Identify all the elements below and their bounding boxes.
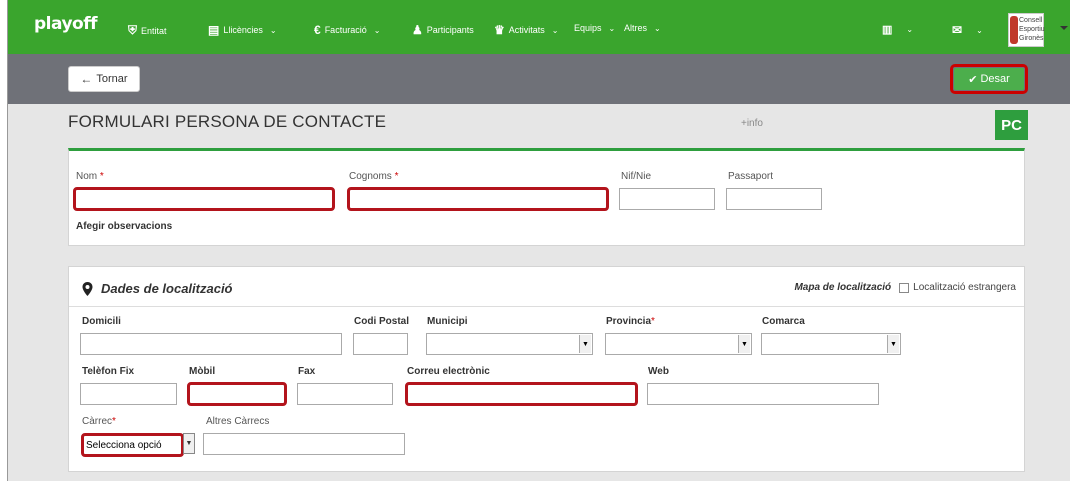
mobil-input[interactable] xyxy=(187,382,287,406)
passaport-input[interactable] xyxy=(726,188,822,210)
brand-logo[interactable]: playoff xyxy=(34,14,98,34)
profile-caret-icon[interactable] xyxy=(1060,26,1068,30)
mobil-label: Mòbil xyxy=(189,366,216,377)
fax-label: Fax xyxy=(298,366,316,377)
nom-label: Nom * xyxy=(76,171,104,182)
chevron-down-icon: ⌄ xyxy=(976,25,983,35)
back-button[interactable]: ← Tornar xyxy=(68,66,140,92)
map-options: Mapa de localització Localització estran… xyxy=(794,282,1016,293)
nav-item-activitats[interactable]: ♛ Activitats ⌄ xyxy=(494,23,558,37)
envelope-icon: ✉ xyxy=(952,23,963,37)
trophy-icon: ♛ xyxy=(494,23,505,37)
bar-chart-icon: ▥ xyxy=(882,24,893,36)
nav-item-altres[interactable]: Altres ⌄ xyxy=(624,23,661,33)
domicili-label: Domicili xyxy=(82,316,121,327)
foreign-location-label: Localització estrangera xyxy=(913,282,1016,293)
nif-input[interactable] xyxy=(619,188,715,210)
add-observations-link[interactable]: Afegir observacions xyxy=(76,221,172,232)
web-label: Web xyxy=(648,366,669,377)
chevron-down-icon: ⌄ xyxy=(551,25,559,35)
organization-logo[interactable]: Consell Esportiu Gironès xyxy=(1008,13,1045,47)
chevron-down-icon: ⌄ xyxy=(373,25,381,35)
altres-carrecs-label: Altres Càrrecs xyxy=(206,416,270,427)
dropdown-arrow-icon: ▼ xyxy=(738,335,750,353)
messages-menu[interactable]: ✉ ⌄ xyxy=(952,23,983,37)
nav-item-entitat[interactable]: ⛨ Entitat xyxy=(128,23,167,38)
user-icon: ♟ xyxy=(412,23,423,37)
codi-postal-label: Codi Postal xyxy=(354,316,410,327)
comarca-label: Comarca xyxy=(762,316,805,327)
nif-label: Nif/Nie xyxy=(621,171,652,182)
email-input[interactable] xyxy=(405,382,638,406)
chevron-down-icon: ⌄ xyxy=(906,25,914,34)
top-navbar: playoff ⛨ Entitat ▤ Llicències ⌄ € Factu… xyxy=(8,0,1070,54)
cognoms-label: Cognoms * xyxy=(349,171,399,182)
passaport-label: Passaport xyxy=(728,171,774,182)
page-title: FORMULARI PERSONA DE CONTACTE xyxy=(68,112,387,131)
map-marker-icon xyxy=(82,281,93,296)
chevron-down-icon: ⌄ xyxy=(608,23,616,33)
carrec-label: Càrrec* xyxy=(82,416,116,427)
fax-input[interactable] xyxy=(297,383,393,405)
nav-item-llicencies[interactable]: ▤ Llicències ⌄ xyxy=(208,23,277,37)
codi-postal-input[interactable] xyxy=(353,333,408,355)
check-icon: ✔ xyxy=(968,73,978,86)
municipi-label: Municipi xyxy=(427,316,468,327)
location-section-title: Dades de localització xyxy=(82,281,233,296)
section-divider xyxy=(69,306,1024,307)
stats-menu[interactable]: ▥ ⌄ xyxy=(882,23,913,36)
nav-item-participants[interactable]: ♟ Participants xyxy=(412,23,474,37)
telefon-fix-label: Telèfon Fix xyxy=(82,366,135,377)
web-input[interactable] xyxy=(647,383,879,405)
save-button-highlight: ✔ Desar xyxy=(950,64,1028,94)
provincia-select[interactable]: ▼ xyxy=(605,333,752,355)
nav-item-equips[interactable]: Equips ⌄ xyxy=(574,23,615,33)
foreign-location-checkbox[interactable] xyxy=(899,282,910,293)
municipi-select[interactable]: ▼ xyxy=(426,333,593,355)
comarca-select[interactable]: ▼ xyxy=(761,333,901,355)
nav-item-facturacio[interactable]: € Facturació ⌄ xyxy=(314,23,380,37)
altres-carrecs-input[interactable] xyxy=(203,433,405,455)
dropdown-arrow-icon[interactable]: ▼ xyxy=(183,433,195,454)
carrec-select[interactable]: Selecciona opció xyxy=(81,433,184,457)
chevron-down-icon: ⌄ xyxy=(654,23,661,33)
logo-figure-icon xyxy=(1010,16,1018,44)
provincia-label: Provincia* xyxy=(606,316,655,327)
map-link[interactable]: Mapa de localització xyxy=(794,282,891,293)
correu-label: Correu electrònic xyxy=(407,366,490,377)
dropdown-arrow-icon: ▼ xyxy=(579,335,591,353)
cognoms-input[interactable] xyxy=(347,187,609,211)
location-panel: Dades de localització Mapa de localitzac… xyxy=(68,266,1025,472)
action-toolbar: ← Tornar ✔ Desar xyxy=(8,54,1070,104)
euro-icon: € xyxy=(314,23,321,37)
app-frame: playoff ⛨ Entitat ▤ Llicències ⌄ € Factu… xyxy=(7,0,1070,481)
dropdown-arrow-icon: ▼ xyxy=(887,335,899,353)
chevron-down-icon: ⌄ xyxy=(269,25,277,35)
domicili-input[interactable] xyxy=(80,333,342,355)
arrow-left-icon: ← xyxy=(80,72,93,86)
form-type-badge: PC xyxy=(995,110,1028,140)
telefon-fix-input[interactable] xyxy=(80,383,177,405)
nom-input[interactable] xyxy=(73,187,335,211)
identity-panel: Nom * Cognoms * Nif/Nie Passaport Afegir… xyxy=(68,148,1025,246)
id-card-icon: ▤ xyxy=(208,23,220,37)
save-button[interactable]: ✔ Desar xyxy=(954,68,1024,90)
more-info-link[interactable]: +info xyxy=(741,118,763,129)
shield-icon: ⛨ xyxy=(128,23,138,37)
